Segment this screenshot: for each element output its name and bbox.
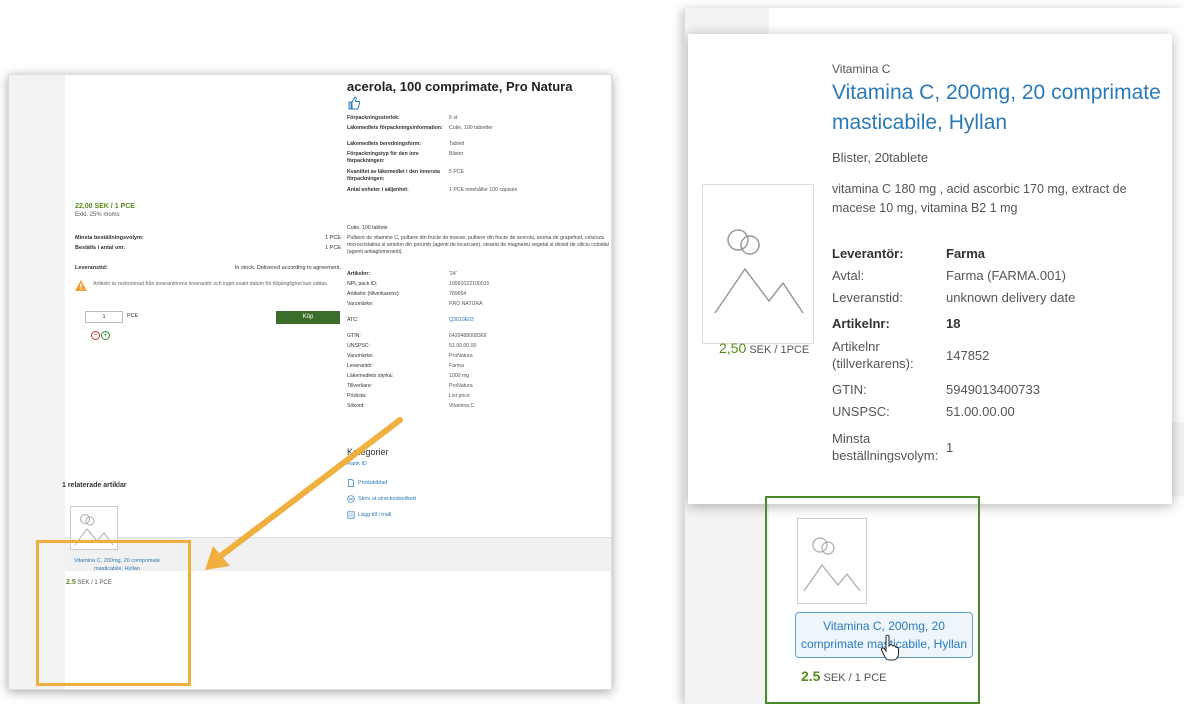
spec-row: Tillverkare: ProNatura — [347, 383, 473, 389]
decrease-quantity-button[interactable]: − — [91, 331, 100, 340]
buy-button[interactable]: Köp — [276, 311, 340, 324]
spec-row-atc: ATC: Q3010E03 — [347, 317, 474, 323]
product-quickview-card: Vitamina C Vitamina C, 200mg, 20 comprim… — [688, 34, 1172, 504]
spec-row: Sökord: Vitamina C — [347, 403, 475, 409]
spec-row: Artikelnr: '24' — [347, 271, 457, 277]
spec-row: Varumärke: PRO NATURA — [347, 301, 483, 307]
detail-row-article-number: Artikelnr: 18 — [832, 316, 961, 331]
pack-spec-row: Läkemedlets förpackningsinformation: Cuti… — [347, 125, 493, 131]
related-articles-heading: 1 relaterade artiklar — [62, 482, 127, 489]
pack-spec-row: Antal enheter i säljenhet: 1 PCE innehåll… — [347, 187, 518, 193]
detail-row-manufacturer-number: Artikelnr (tillverkarens): 147852 — [832, 339, 990, 371]
add-to-template-link[interactable]: Lägg till i mall — [347, 511, 391, 519]
atc-link[interactable]: Q3010E03 — [449, 317, 474, 323]
order-row-delivery: Leveranstid: In stock. Delivered accordi… — [75, 265, 341, 271]
related-item-highlight — [36, 540, 191, 686]
product-price: 2,50 SEK / 1PCE — [719, 340, 810, 356]
image-placeholder-icon — [714, 229, 804, 314]
quantity-input[interactable]: 1 — [85, 311, 123, 323]
product-title: acerola, 100 comprimate, Pro Natura — [347, 79, 573, 94]
product-image — [702, 184, 814, 344]
template-icon — [347, 511, 355, 519]
order-row-min-volume: Minsta beställningsvolym: 1 PCE — [75, 235, 341, 241]
pack-spec-row: Läkemedlets beredningsform: Tablett — [347, 141, 465, 147]
spec-row: Prislista: List price — [347, 393, 470, 399]
detail-row-min-order-volume: Minsta beställningsvolym: 1 — [832, 431, 954, 463]
spec-row: Leverantör: Farma — [347, 363, 464, 369]
detail-row-delivery: Leveranstid: unknown delivery date — [832, 290, 1076, 305]
product-sheet-link[interactable]: Produktblad — [347, 479, 387, 487]
barcode-icon — [347, 495, 355, 503]
detail-row-gtin: GTIN: 5949013400733 — [832, 382, 1040, 397]
pack-spec-row: Förpackningstyp för den inre förpackning… — [347, 151, 464, 164]
quantity-unit: PCE — [127, 313, 139, 319]
detail-row-supplier: Leverantör: Farma — [832, 246, 986, 261]
thumbs-up-icon[interactable] — [347, 96, 361, 110]
spec-row: UNSPSC: 51.00.00.00 — [347, 343, 477, 349]
backorder-warning: Artikeln är restnoterad från leverantöre… — [75, 280, 341, 291]
description-heading: Cutie, 100 tablete — [347, 225, 388, 231]
pack-spec-row: Kvantitet av läkemedlet i den innersta f… — [347, 169, 464, 182]
right-product-popup-screenshot: Vitamina C Vitamina C, 200mg, 20 comprim… — [684, 8, 1184, 704]
warning-icon — [75, 280, 87, 291]
detail-row-agreement: Avtal: Farma (FARMA.001) — [832, 268, 1066, 283]
order-row-multiple: Beställs i antal om: 1 PCE — [75, 245, 341, 251]
price-main: 22,00 SEK / 1 PCE — [75, 203, 135, 210]
increase-quantity-button[interactable]: + — [101, 331, 110, 340]
price-vat-note: Exkl. 25% moms — [75, 212, 120, 218]
product-description: Pulbere de vitamine C, pulbere din fruct… — [347, 235, 609, 255]
spec-row: NPL pack ID: 19991022100015 — [347, 281, 490, 287]
spec-row: GTIN: 6420488008369 — [347, 333, 487, 339]
categories-heading: Kategorier — [347, 447, 389, 457]
print-barcode-label-link[interactable]: Skriv ut streckodsetikett — [347, 495, 416, 503]
quantity-controls: − + — [91, 331, 110, 340]
detail-row-unspsc: UNSPSC: 51.00.00.00 — [832, 404, 1015, 419]
product-ingredients: vitamina C 180 mg , acid ascorbic 170 mg… — [832, 182, 1127, 215]
document-icon — [348, 479, 354, 487]
category-link[interactable]: Rank ID — [347, 461, 367, 467]
spec-row: Varumärke: ProNatura — [347, 353, 473, 359]
spec-row: Artikelnr (tillverkarens): 789654 — [347, 291, 467, 297]
product-title-link[interactable]: Vitamina C, 200mg, 20 comprimate mastica… — [832, 78, 1162, 138]
pack-spec-row: Förpackningsstorlek: 5 st — [347, 115, 458, 121]
spec-row: Läkemedlets styrka: 1000 mg — [347, 373, 470, 379]
product-brand: Vitamina C — [832, 62, 891, 76]
product-packaging: Blister, 20tablete — [832, 150, 929, 165]
